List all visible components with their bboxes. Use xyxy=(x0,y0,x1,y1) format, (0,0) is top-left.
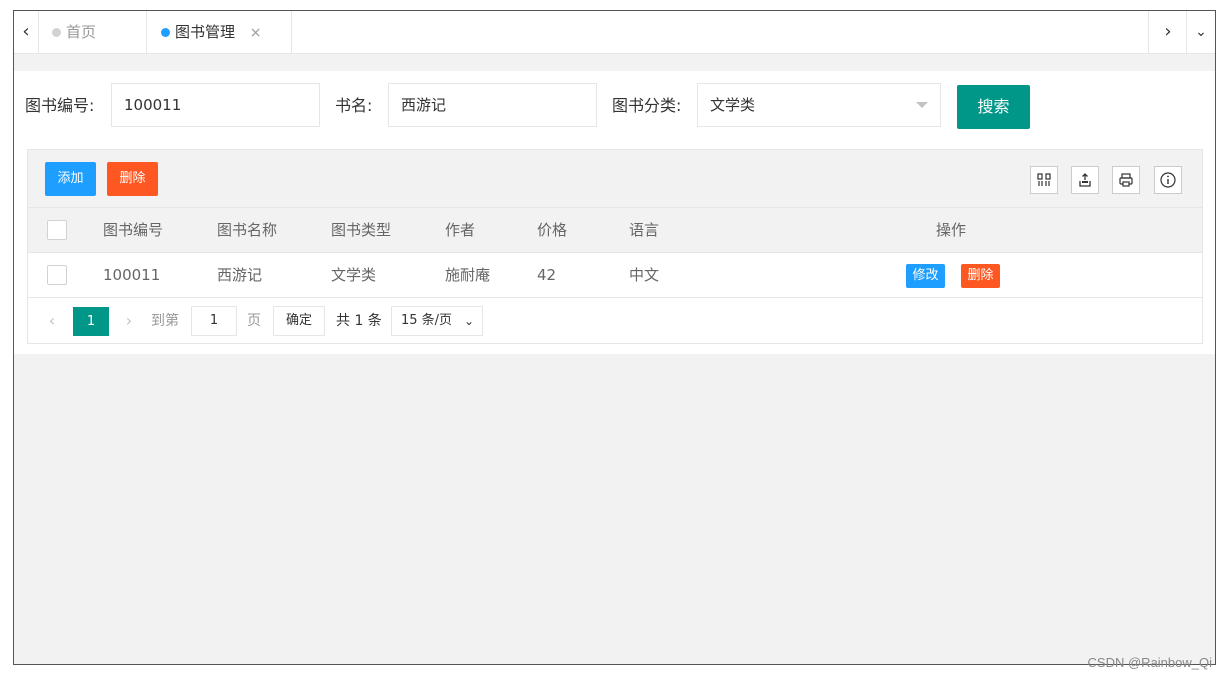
table-header: 图书编号 图书名称 图书类型 作者 价格 语言 操作 xyxy=(28,208,1202,253)
header-author[interactable]: 作者 xyxy=(445,208,475,252)
cell-book-type: 文学类 xyxy=(331,266,377,284)
print-icon[interactable] xyxy=(1112,166,1140,194)
page-size-value: 15 条/页 xyxy=(401,313,453,328)
book-no-label: 图书编号: xyxy=(25,96,95,115)
info-icon[interactable] xyxy=(1154,166,1182,194)
header-language[interactable]: 语言 xyxy=(629,208,659,252)
main-card: 图书编号: 100011 书名: 西游记 图书分类: 文学类 搜索 添加 删除 xyxy=(14,71,1215,354)
caret-down-icon xyxy=(916,102,928,108)
edit-button[interactable]: 修改 xyxy=(906,264,945,288)
cell-language: 中文 xyxy=(629,266,660,284)
columns-icon[interactable] xyxy=(1030,166,1058,194)
tab-home-label: 首页 xyxy=(66,23,97,41)
goto-page-input[interactable]: 1 xyxy=(191,306,237,336)
tab-scroll-left-icon[interactable]: ‹ xyxy=(14,11,39,53)
row-delete-button[interactable]: 删除 xyxy=(961,264,1000,288)
header-price[interactable]: 价格 xyxy=(537,208,567,252)
book-name-input[interactable]: 西游记 xyxy=(388,83,597,127)
table-row: 100011 西游记 文学类 施耐庵 42 中文 修改 删除 xyxy=(28,253,1202,298)
cell-price: 42 xyxy=(537,266,557,284)
header-actions: 操作 xyxy=(936,221,967,239)
tab-bar: ‹ 首页 图书管理 × › ⌄ xyxy=(14,11,1215,54)
tab-book-management-label: 图书管理 xyxy=(175,23,236,41)
app-frame: ‹ 首页 图书管理 × › ⌄ 图书编号: 100011 书名: 西游记 图书分… xyxy=(13,10,1216,665)
page-1-button[interactable]: 1 xyxy=(73,307,109,336)
goto-label: 到第 xyxy=(151,313,179,329)
export-icon[interactable] xyxy=(1071,166,1099,194)
confirm-button[interactable]: 确定 xyxy=(273,306,325,336)
cell-book-name: 西游记 xyxy=(217,266,263,284)
delete-button[interactable]: 删除 xyxy=(107,162,158,196)
header-book-no[interactable]: 图书编号 xyxy=(103,208,163,252)
header-book-name[interactable]: 图书名称 xyxy=(217,208,277,252)
watermark: CSDN @Rainbow_Qi xyxy=(1087,655,1212,670)
row-checkbox[interactable] xyxy=(47,265,67,285)
book-no-input[interactable]: 100011 xyxy=(111,83,320,127)
pagination: ‹ 1 › 到第 1 页 确定 共 1 条 15 条/页 ⌄ xyxy=(28,298,1202,343)
page-unit-label: 页 xyxy=(247,313,261,329)
category-select-value: 文学类 xyxy=(710,96,756,114)
next-page-icon[interactable]: › xyxy=(117,308,141,334)
cell-author: 施耐庵 xyxy=(445,266,491,284)
tab-dot-icon xyxy=(52,28,61,37)
tab-book-management[interactable]: 图书管理 × xyxy=(147,11,292,53)
search-button[interactable]: 搜索 xyxy=(957,85,1030,129)
select-all-checkbox[interactable] xyxy=(47,220,67,240)
chevron-down-icon: ⌄ xyxy=(463,314,474,328)
page-size-select[interactable]: 15 条/页 ⌄ xyxy=(391,306,483,336)
tab-dot-icon xyxy=(161,28,170,37)
add-button[interactable]: 添加 xyxy=(45,162,96,196)
tab-scroll-right-icon[interactable]: › xyxy=(1148,11,1187,53)
category-select[interactable]: 文学类 xyxy=(697,83,941,127)
category-label: 图书分类: xyxy=(612,96,682,115)
cell-book-no: 100011 xyxy=(103,266,161,284)
close-icon[interactable]: × xyxy=(250,25,262,41)
book-name-label: 书名: xyxy=(335,96,373,115)
chevron-down-icon[interactable]: ⌄ xyxy=(1186,11,1215,53)
tab-home[interactable]: 首页 xyxy=(38,11,147,53)
total-count: 共 1 条 xyxy=(336,313,382,329)
header-book-type[interactable]: 图书类型 xyxy=(331,208,391,252)
book-table: 添加 删除 图书编号 图书名称 图书类型 作者 价格 语言 操作 100011 … xyxy=(27,149,1203,344)
table-toolbar: 添加 删除 xyxy=(28,150,1202,208)
prev-page-icon[interactable]: ‹ xyxy=(40,308,64,334)
